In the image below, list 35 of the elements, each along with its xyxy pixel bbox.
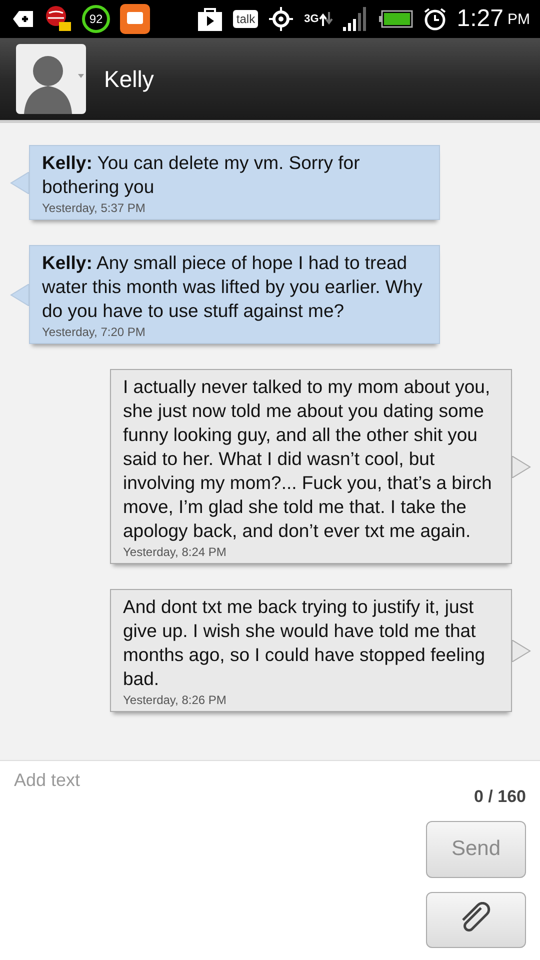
gps-icon	[268, 6, 294, 32]
data-arrows-icon	[318, 12, 333, 26]
attach-button[interactable]	[426, 892, 526, 948]
percent-badge: 92	[82, 5, 110, 33]
message-text: I actually never talked to my mom about you, she just now told me about you dating some funny looking guy, and all the other shit you said to her. What I did wasn’t cool, but involving my mom?... Fuck you, that’s a birch move, I’m glad she told me that. I take the apology back, and don’t ever txt me again.	[123, 375, 493, 543]
back-tag-icon	[12, 10, 34, 28]
message-text: Kelly: You can delete my vm. Sorry for bothering you	[42, 151, 361, 199]
contact-avatar[interactable]	[16, 44, 86, 114]
bubble-tail	[512, 640, 531, 662]
message-text: Kelly: Any small piece of hope I had to tread water this month was lifted by you earlier. Why do you have to use stuff against me?	[42, 251, 424, 323]
clock-period: PM	[508, 10, 530, 28]
chat-app-icon	[120, 4, 150, 34]
contact-name: Kelly	[104, 66, 154, 92]
store-bag-icon	[197, 6, 224, 32]
received-message-bubble[interactable]: Kelly: Any small piece of hope I had to tread water this month was lifted by you earlier. Why do you have to use stuff against me? Yesterday, 7:20 PM	[29, 245, 440, 344]
battery-icon	[378, 10, 413, 28]
clock-time: 1:27	[456, 5, 504, 33]
message-timestamp: Yesterday, 5:37 PM	[42, 201, 146, 215]
message-text: And dont txt me back trying to justify it, just give up. I wish she would have told me that months ago, so I could have stopped feeling bad.	[123, 595, 486, 691]
bubble-tail	[10, 284, 29, 306]
sent-message-bubble[interactable]	[110, 369, 512, 564]
signal-icon	[342, 7, 369, 31]
globe-mail-icon	[44, 5, 72, 33]
message-input-field[interactable]: Add text	[12, 769, 426, 792]
network-type-label: 3G	[304, 14, 319, 24]
bubble-tail	[10, 172, 29, 194]
alarm-clock-icon	[422, 7, 447, 31]
character-counter: 0 / 160	[474, 787, 526, 807]
received-message-bubble[interactable]: Kelly: You can delete my vm. Sorry for bothering you Yesterday, 5:37 PM	[29, 145, 440, 220]
talk-icon: talk	[233, 10, 258, 28]
message-timestamp: Yesterday, 8:24 PM	[123, 545, 228, 559]
bubble-tail	[512, 456, 531, 478]
message-timestamp: Yesterday, 8:26 PM	[123, 693, 228, 707]
sent-message-bubble[interactable]: And dont txt me back trying to justify it, just give up. I wish she would have told me that months ago, so I could have stopped feeling bad. Yesterday, 8:26 PM	[110, 589, 512, 712]
message-timestamp: Yesterday, 7:20 PM	[42, 325, 146, 339]
